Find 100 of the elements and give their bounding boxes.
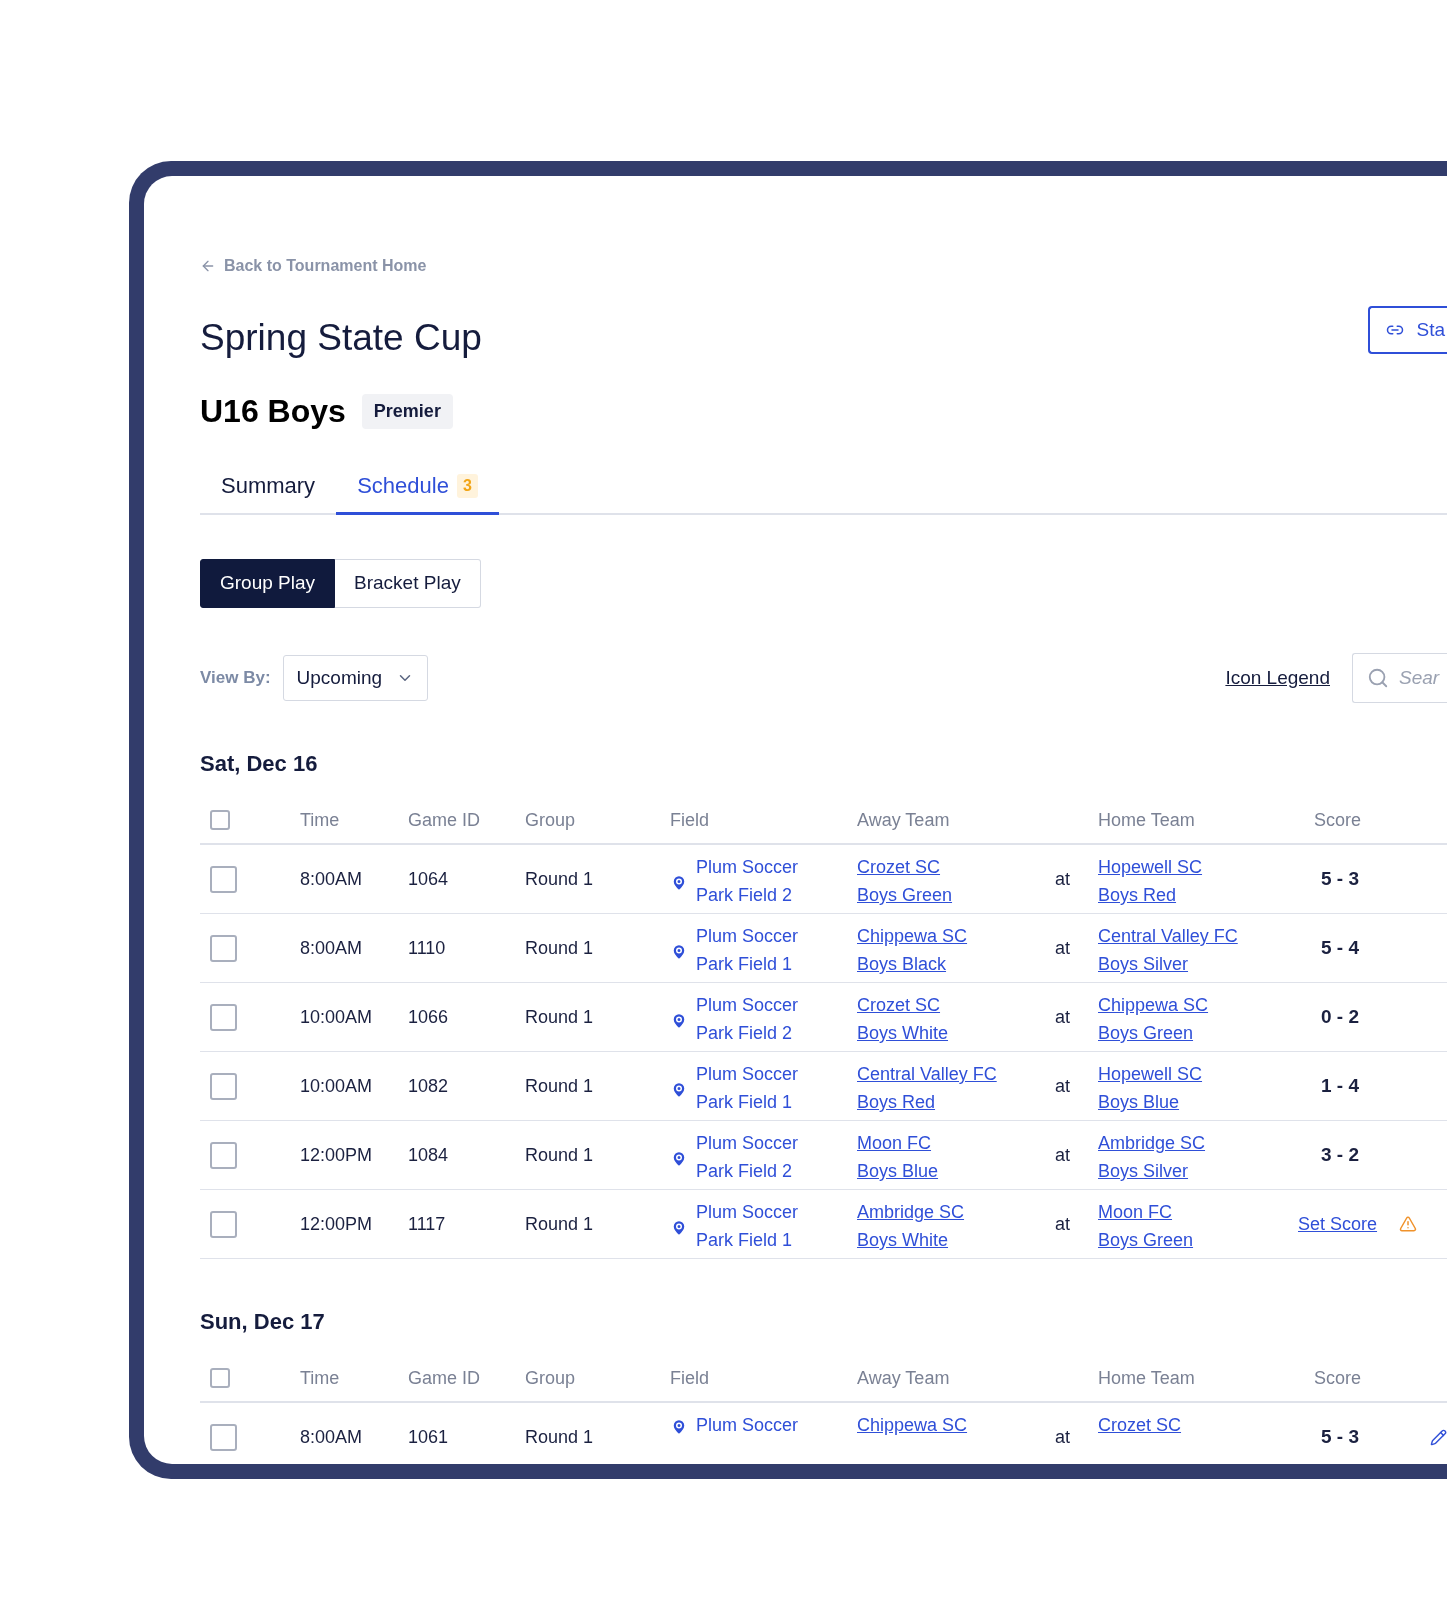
- group-name: Round 1: [525, 1074, 595, 1098]
- search-icon: [1367, 667, 1389, 689]
- away-team-link[interactable]: Chippewa SC: [857, 1403, 1051, 1439]
- column-header: Home Team: [1098, 808, 1195, 832]
- edit-icon[interactable]: [1430, 1428, 1447, 1446]
- view-by-label: View By:: [200, 667, 271, 690]
- game-time: 12:00PM: [300, 1143, 374, 1167]
- map-pin-icon: [670, 1081, 688, 1099]
- warning-icon: [1399, 1215, 1418, 1233]
- column-header: Away Team: [857, 808, 950, 832]
- home-team-link[interactable]: Hopewell SC Boys Red: [1098, 845, 1290, 909]
- checkbox[interactable]: [210, 865, 237, 893]
- field-link[interactable]: Plum Soccer Park Field 2: [696, 991, 799, 1047]
- score: 3 - 2: [1320, 1142, 1360, 1167]
- division-badge: Premier: [361, 393, 453, 429]
- game-time: 12:00PM: [300, 1212, 374, 1236]
- map-pin-icon: [670, 1012, 688, 1030]
- versus-label: at: [1055, 1212, 1070, 1236]
- column-header: Game ID: [408, 808, 481, 832]
- versus-label: at: [1055, 1425, 1070, 1449]
- page-title: Spring State Cup: [200, 316, 482, 360]
- game-time: 8:00AM: [300, 1425, 364, 1449]
- count-badge: 3: [456, 474, 478, 498]
- column-header: Home Team: [1098, 1366, 1195, 1390]
- column-header: Score: [1314, 808, 1362, 832]
- date-heading: Sun, Dec 17: [200, 1308, 326, 1336]
- tab[interactable]: Summary: [200, 460, 337, 515]
- checkbox[interactable]: [210, 1072, 237, 1100]
- score: 5 - 3: [1320, 1424, 1360, 1449]
- versus-label: at: [1055, 1143, 1070, 1167]
- checkbox[interactable]: [210, 1423, 237, 1451]
- game-id: 1110: [408, 936, 447, 960]
- column-header: Score: [1314, 1366, 1362, 1390]
- score: 0 - 2: [1320, 1004, 1360, 1029]
- share-button[interactable]: Sta: [1368, 306, 1447, 354]
- away-team-link[interactable]: Ambridge SC Boys White: [857, 1190, 1051, 1254]
- column-header: Time: [300, 808, 340, 832]
- field-link[interactable]: Plum Soccer: [696, 1411, 799, 1439]
- home-team-link[interactable]: Chippewa SC Boys Green: [1098, 983, 1290, 1047]
- map-pin-icon: [670, 943, 688, 961]
- game-id: 1064: [408, 867, 450, 891]
- checkbox[interactable]: [210, 1003, 237, 1031]
- versus-label: at: [1055, 1074, 1070, 1098]
- score: 5 - 4: [1320, 935, 1360, 960]
- group-name: Round 1: [525, 867, 595, 891]
- tab[interactable]: Schedule 3: [336, 460, 499, 515]
- home-team-link[interactable]: Central Valley FC Boys Silver: [1098, 914, 1290, 978]
- score: 5 - 3: [1320, 866, 1360, 891]
- field-link[interactable]: Plum Soccer Park Field 2: [696, 853, 799, 909]
- map-pin-icon: [670, 1418, 688, 1436]
- away-team-link[interactable]: Moon FC Boys Blue: [857, 1121, 1051, 1185]
- field-link[interactable]: Plum Soccer Park Field 2: [696, 1129, 799, 1185]
- map-pin-icon: [670, 874, 688, 892]
- search-input[interactable]: Sear: [1399, 663, 1447, 693]
- column-header: Game ID: [408, 1366, 481, 1390]
- game-time: 10:00AM: [300, 1005, 374, 1029]
- away-team-link[interactable]: Central Valley FC Boys Red: [857, 1052, 1051, 1116]
- play-toggle-button[interactable]: Bracket Play: [335, 559, 481, 608]
- column-header: Group: [525, 1366, 576, 1390]
- field-link[interactable]: Plum Soccer Park Field 1: [696, 922, 799, 978]
- away-team-link[interactable]: Crozet SC Boys Green: [857, 845, 1051, 909]
- game-time: 8:00AM: [300, 867, 364, 891]
- search-field[interactable]: Sear: [1352, 653, 1447, 703]
- home-team-link[interactable]: Crozet SC: [1098, 1403, 1290, 1439]
- view-by-dropdown[interactable]: Upcoming: [282, 655, 429, 701]
- home-team-link[interactable]: Moon FC Boys Green: [1098, 1190, 1290, 1254]
- column-header: Group: [525, 808, 576, 832]
- icon-legend-link[interactable]: Icon Legend: [1225, 663, 1330, 693]
- game-id: 1084: [408, 1143, 450, 1167]
- away-team-link[interactable]: Chippewa SC Boys Black: [857, 914, 1051, 978]
- versus-label: at: [1055, 936, 1070, 960]
- play-toggle-button[interactable]: Group Play: [200, 559, 336, 608]
- date-heading: Sat, Dec 16: [200, 750, 319, 778]
- group-name: Round 1: [525, 1425, 595, 1449]
- versus-label: at: [1055, 867, 1070, 891]
- checkbox[interactable]: [210, 1210, 237, 1238]
- home-team-link[interactable]: Hopewell SC Boys Blue: [1098, 1052, 1290, 1116]
- group-name: Round 1: [525, 936, 595, 960]
- field-link[interactable]: Plum Soccer Park Field 1: [696, 1198, 799, 1254]
- score: 1 - 4: [1320, 1073, 1360, 1098]
- group-name: Round 1: [525, 1212, 595, 1236]
- checkbox[interactable]: [210, 810, 230, 830]
- set-score-link[interactable]: Set Score: [1298, 1210, 1378, 1238]
- column-header: Away Team: [857, 1366, 950, 1390]
- map-pin-icon: [670, 1219, 688, 1237]
- checkbox[interactable]: [210, 934, 237, 962]
- checkbox[interactable]: [210, 1141, 237, 1169]
- column-header: Time: [300, 1366, 340, 1390]
- home-team-link[interactable]: Ambridge SC Boys Silver: [1098, 1121, 1290, 1185]
- versus-label: at: [1055, 1005, 1070, 1029]
- column-header: Field: [670, 1366, 709, 1390]
- group-name: Round 1: [525, 1005, 595, 1029]
- field-link[interactable]: Plum Soccer Park Field 1: [696, 1060, 799, 1116]
- column-header: Field: [670, 808, 709, 832]
- division-name: U16 Boys: [200, 392, 346, 431]
- game-id: 1117: [408, 1212, 447, 1236]
- game-id: 1082: [408, 1074, 450, 1098]
- checkbox[interactable]: [210, 1368, 230, 1388]
- away-team-link[interactable]: Crozet SC Boys White: [857, 983, 1051, 1047]
- game-id: 1061: [408, 1425, 450, 1449]
